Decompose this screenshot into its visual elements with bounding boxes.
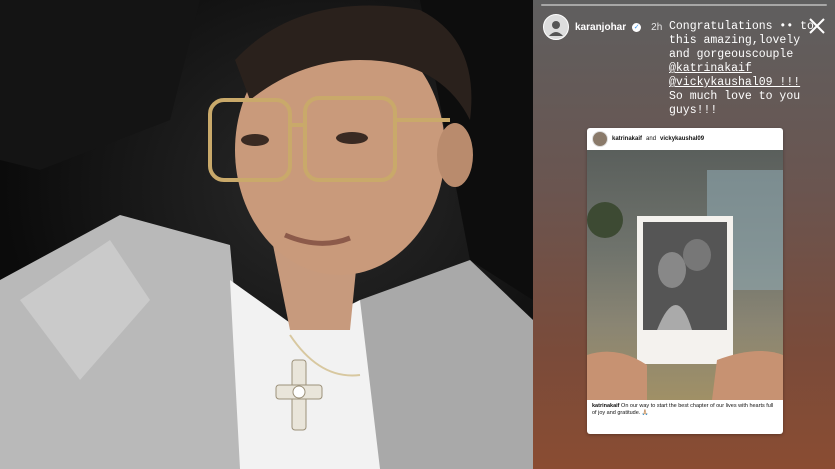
post-image: [587, 150, 783, 400]
post-caption-username[interactable]: katrinakaif: [592, 403, 620, 409]
story-username[interactable]: karanjohar: [575, 22, 626, 33]
story-timestamp: 2h: [651, 21, 663, 33]
caption-line: Congratulations •• to: [669, 20, 814, 33]
avatar[interactable]: [543, 14, 569, 40]
instagram-story: karanjohar ✓ 2h Congratulations •• to th…: [533, 0, 835, 469]
shared-post-card[interactable]: katrinakaif and vickykaushal09 katrinaka…: [587, 128, 783, 434]
post-photo-illustration: [587, 170, 783, 400]
mention-link[interactable]: @katrinakaif: [669, 62, 819, 76]
caption-line: guys!!!: [669, 104, 718, 117]
post-username[interactable]: katrinakaif: [612, 136, 642, 142]
post-joiner: and: [646, 136, 657, 142]
post-avatar[interactable]: [592, 131, 608, 147]
verified-icon: ✓: [632, 22, 642, 32]
post-caption: katrinakaif On our way to start the best…: [587, 400, 783, 420]
mention-link[interactable]: @vickykaushal09 !!!: [669, 76, 819, 90]
portrait-photo: [0, 0, 533, 469]
story-progress-bar: [541, 4, 827, 6]
caption-line: this amazing,lovely: [669, 34, 801, 47]
portrait-illustration: [0, 0, 533, 469]
post-caption-text: On our way to start the best chapter of …: [592, 403, 774, 416]
caption-line: So much love to you: [669, 90, 801, 103]
caption-line: and gorgeouscouple: [669, 48, 794, 61]
story-header: karanjohar ✓ 2h: [543, 14, 662, 40]
post-header: katrinakaif and vickykaushal09: [587, 128, 783, 150]
avatar-image: [549, 21, 563, 36]
story-caption: Congratulations •• to this amazing,lovel…: [669, 20, 819, 118]
post-username[interactable]: vickykaushal09: [660, 136, 704, 142]
